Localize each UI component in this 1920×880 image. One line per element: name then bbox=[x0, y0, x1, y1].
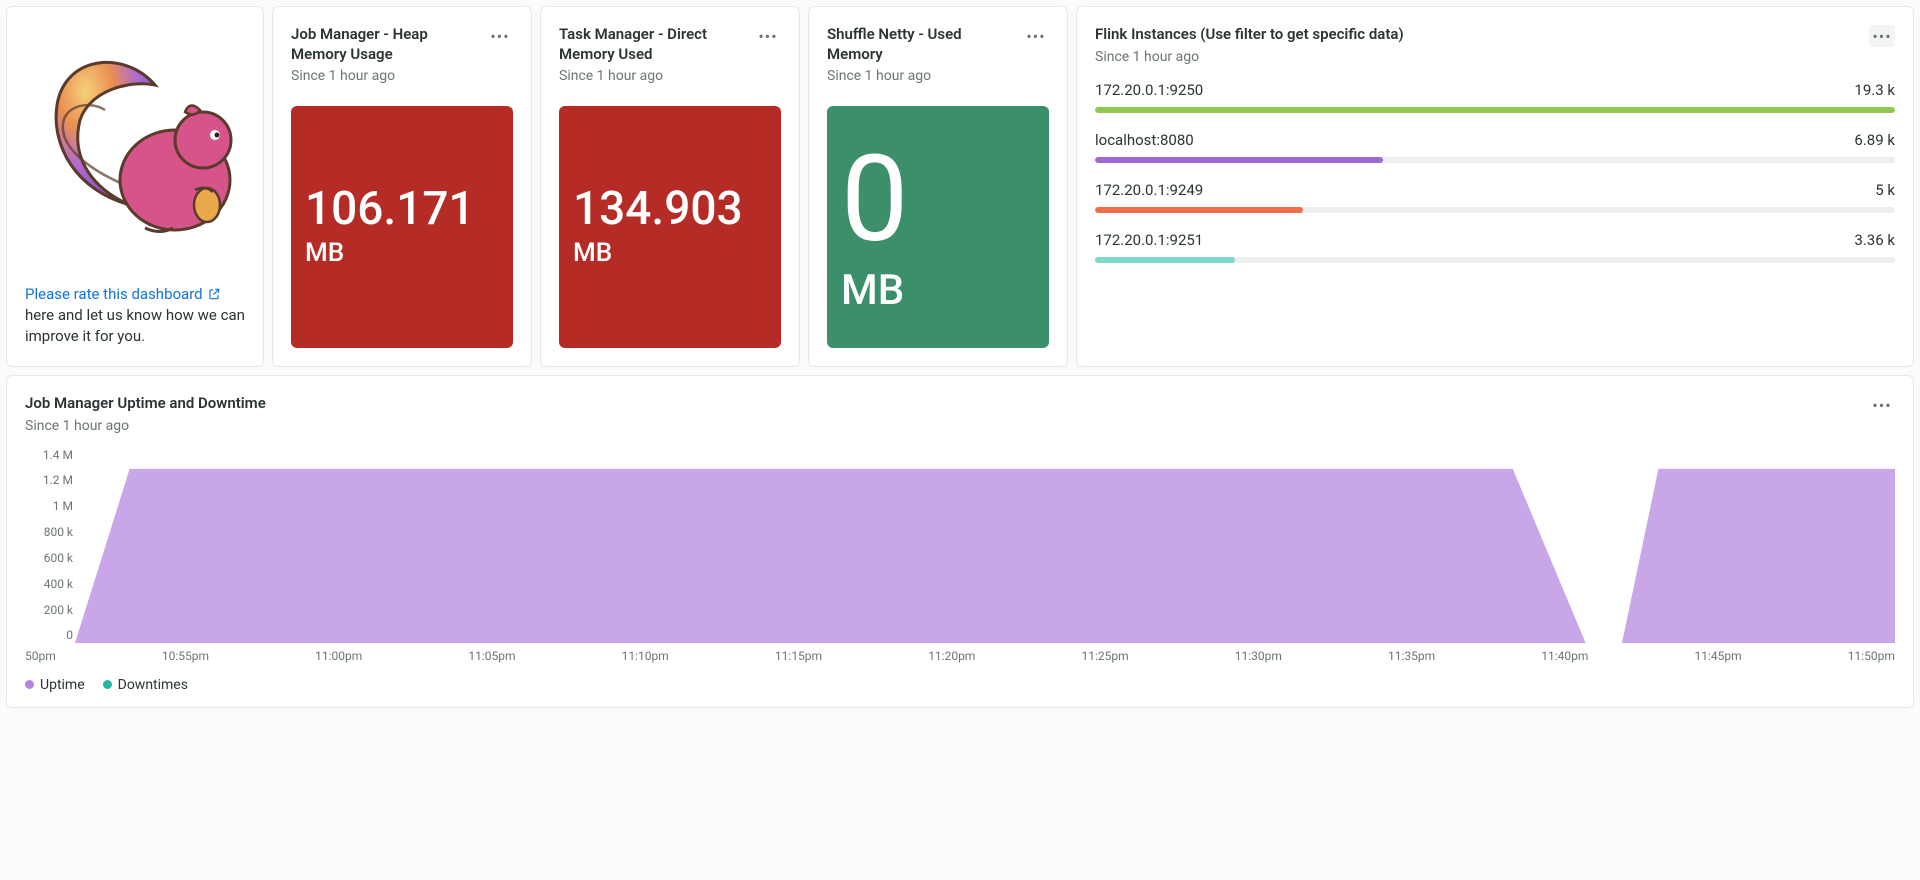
ellipsis-icon: ••• bbox=[490, 27, 509, 46]
metric-unit: MB bbox=[305, 238, 499, 268]
y-tick: 1.4 M bbox=[25, 448, 73, 462]
instance-value: 6.89 k bbox=[1854, 131, 1895, 149]
shuffle-netty-card: Shuffle Netty - Used Memory Since 1 hour… bbox=[808, 6, 1068, 367]
y-axis-labels: 1.4 M 1.2 M 1 M 800 k 600 k 400 k 200 k 0 bbox=[25, 448, 73, 643]
ellipsis-icon: ••• bbox=[758, 27, 777, 46]
chart-subtitle: Since 1 hour ago bbox=[25, 418, 1863, 434]
legend-label: Downtimes bbox=[118, 677, 188, 693]
metric-unit: MB bbox=[573, 238, 767, 268]
card-subtitle: Since 1 hour ago bbox=[559, 68, 749, 84]
more-menu-button[interactable]: ••• bbox=[755, 25, 781, 47]
metric-unit: MB bbox=[841, 266, 1035, 315]
ellipsis-icon: ••• bbox=[1872, 396, 1891, 415]
instance-bar bbox=[1095, 257, 1895, 263]
flink-instances-card: Flink Instances (Use filter to get speci… bbox=[1076, 6, 1914, 367]
instance-item[interactable]: localhost:8080 6.89 k bbox=[1095, 131, 1895, 163]
metric-box: 134.903 MB bbox=[559, 106, 781, 348]
direct-memory-card: Task Manager - Direct Memory Used Since … bbox=[540, 6, 800, 367]
metric-value: 0 bbox=[841, 140, 1035, 260]
rate-help-text: here and let us know how we can improve … bbox=[25, 305, 245, 349]
instance-item[interactable]: 172.20.0.1:9250 19.3 k bbox=[1095, 81, 1895, 113]
y-tick: 0 bbox=[25, 628, 73, 642]
chart-title: Job Manager Uptime and Downtime bbox=[25, 394, 1863, 414]
y-tick: 400 k bbox=[25, 577, 73, 591]
legend-downtimes[interactable]: Downtimes bbox=[103, 677, 188, 693]
card-title: Flink Instances (Use filter to get speci… bbox=[1095, 25, 1863, 45]
card-title: Task Manager - Direct Memory Used bbox=[559, 25, 749, 64]
more-menu-button[interactable]: ••• bbox=[1869, 394, 1895, 416]
instance-host: 172.20.0.1:9251 bbox=[1095, 231, 1203, 249]
chart-area: 1.4 M 1.2 M 1 M 800 k 600 k 400 k 200 k 0 50pm 1… bbox=[25, 448, 1895, 663]
y-tick: 200 k bbox=[25, 603, 73, 617]
x-tick: 11:10pm bbox=[622, 649, 669, 663]
more-menu-button[interactable]: ••• bbox=[487, 25, 513, 47]
card-subtitle: Since 1 hour ago bbox=[291, 68, 481, 84]
chart-legend: Uptime Downtimes bbox=[25, 677, 1895, 693]
instance-host: 172.20.0.1:9249 bbox=[1095, 181, 1203, 199]
uptime-area bbox=[75, 468, 1895, 642]
legend-label: Uptime bbox=[40, 677, 85, 693]
more-menu-button[interactable]: ••• bbox=[1869, 25, 1895, 47]
y-tick: 800 k bbox=[25, 525, 73, 539]
card-title: Job Manager - Heap Memory Usage bbox=[291, 25, 481, 64]
x-tick: 11:25pm bbox=[1081, 649, 1128, 663]
y-tick: 1 M bbox=[25, 499, 73, 513]
flink-squirrel-logo bbox=[25, 25, 245, 284]
metric-box: 0 MB bbox=[827, 106, 1049, 348]
instance-value: 3.36 k bbox=[1854, 231, 1895, 249]
chart-plot bbox=[75, 448, 1895, 643]
legend-dot-icon bbox=[25, 680, 34, 689]
instance-bar bbox=[1095, 107, 1895, 113]
x-tick: 11:05pm bbox=[468, 649, 515, 663]
x-tick: 11:15pm bbox=[775, 649, 822, 663]
x-tick: 11:20pm bbox=[928, 649, 975, 663]
x-tick: 11:50pm bbox=[1848, 649, 1895, 663]
instance-item[interactable]: 172.20.0.1:9251 3.36 k bbox=[1095, 231, 1895, 263]
metric-value: 106.171 bbox=[305, 186, 499, 232]
y-tick: 1.2 M bbox=[25, 473, 73, 487]
logo-card: Please rate this dashboard here and let … bbox=[6, 6, 264, 367]
uptime-downtime-chart-card: Job Manager Uptime and Downtime Since 1 … bbox=[6, 375, 1914, 708]
x-tick: 11:45pm bbox=[1695, 649, 1742, 663]
x-tick: 11:30pm bbox=[1235, 649, 1282, 663]
external-link-icon bbox=[207, 287, 221, 301]
y-tick: 600 k bbox=[25, 551, 73, 565]
instance-item[interactable]: 172.20.0.1:9249 5 k bbox=[1095, 181, 1895, 213]
instance-bar bbox=[1095, 157, 1895, 163]
x-axis-labels: 50pm 10:55pm 11:00pm 11:05pm 11:10pm 11:15pm 1… bbox=[25, 649, 1895, 663]
metric-value: 134.903 bbox=[573, 186, 767, 232]
instance-host: localhost:8080 bbox=[1095, 131, 1194, 149]
card-subtitle: Since 1 hour ago bbox=[827, 68, 1017, 84]
x-tick: 10:55pm bbox=[162, 649, 209, 663]
card-subtitle: Since 1 hour ago bbox=[1095, 49, 1863, 65]
instance-value: 19.3 k bbox=[1854, 81, 1895, 99]
heap-memory-card: Job Manager - Heap Memory Usage Since 1 … bbox=[272, 6, 532, 367]
x-tick: 50pm bbox=[25, 649, 56, 663]
legend-uptime[interactable]: Uptime bbox=[25, 677, 85, 693]
legend-dot-icon bbox=[103, 680, 112, 689]
card-title: Shuffle Netty - Used Memory bbox=[827, 25, 1017, 64]
instances-list: 172.20.0.1:9250 19.3 k localhost:8080 6.89 … bbox=[1095, 81, 1895, 263]
metric-box: 106.171 MB bbox=[291, 106, 513, 348]
rate-dashboard-link[interactable]: Please rate this dashboard bbox=[25, 285, 221, 303]
x-tick: 11:35pm bbox=[1388, 649, 1435, 663]
x-tick: 11:00pm bbox=[315, 649, 362, 663]
x-tick: 11:40pm bbox=[1541, 649, 1588, 663]
ellipsis-icon: ••• bbox=[1026, 27, 1045, 46]
instance-value: 5 k bbox=[1875, 181, 1895, 199]
more-menu-button[interactable]: ••• bbox=[1023, 25, 1049, 47]
instance-host: 172.20.0.1:9250 bbox=[1095, 81, 1203, 99]
instance-bar bbox=[1095, 207, 1895, 213]
ellipsis-icon: ••• bbox=[1872, 27, 1891, 46]
rate-link-text: Please rate this dashboard bbox=[25, 285, 203, 303]
